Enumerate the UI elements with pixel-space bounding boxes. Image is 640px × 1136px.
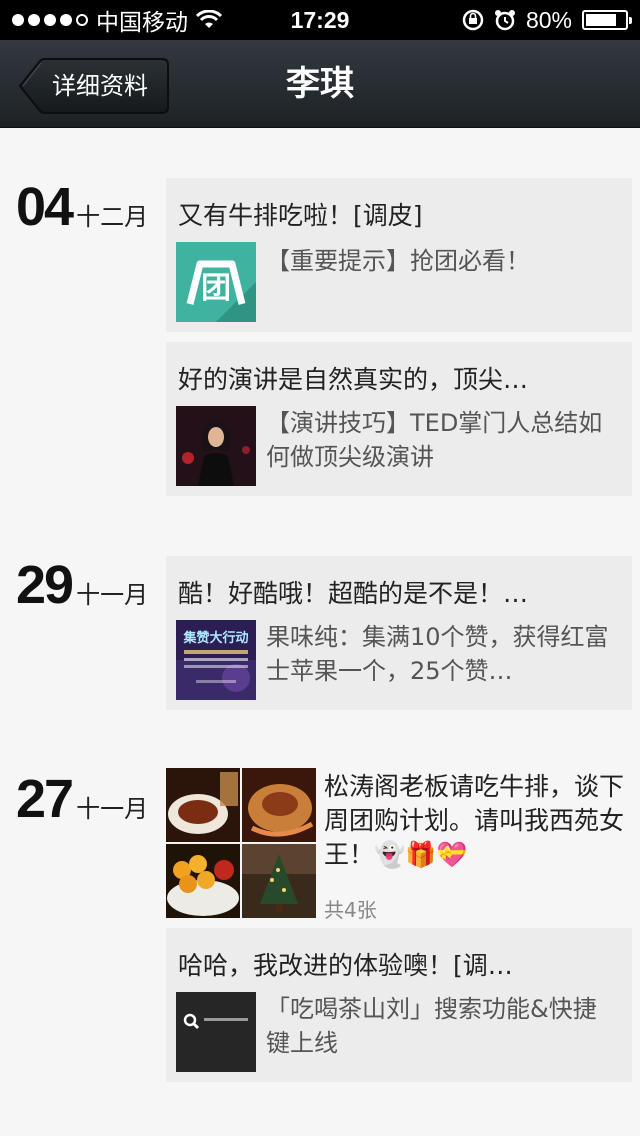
album-timeline: 04 十二月 又有牛排吃啦！[调皮] 团 【重要提示】抢团必看！ 好的演讲是自然… [0,128,640,1136]
date-label: 27 十一月 [16,768,148,830]
battery-percent: 80% [525,6,572,33]
photo-grid[interactable] [166,768,316,918]
date-label: 29 十一月 [16,554,148,616]
date-day: 27 [16,769,74,829]
date-month: 十一月 [76,795,149,823]
date-day: 29 [16,555,74,615]
rotation-lock-icon [462,9,484,31]
steak-photo[interactable] [166,768,240,842]
search-icon [176,992,256,1072]
photo-count: 共4张 [324,898,377,922]
status-bar: 中国移动 17:29 80% [0,0,640,40]
moment-post[interactable]: 又有牛排吃啦！[调皮] 团 【重要提示】抢团必看！ [166,178,632,332]
moment-post[interactable]: 好的演讲是自然真实的，顶尖… 【演讲技巧】TED掌门人总结如何做顶尖级演讲 [166,342,632,496]
date-month: 十一月 [76,581,149,609]
page-title: 李琪 [286,64,354,104]
fried-balls-photo[interactable] [166,844,240,918]
alarm-icon [494,10,515,31]
post-text: 好的演讲是自然真实的，顶尖… [178,365,529,394]
date-day: 04 [16,177,74,237]
post-text: 酷！好酷哦！超酷的是不是！… [178,579,529,608]
date-month: 十二月 [76,203,149,231]
nav-bar: 详细资料 李琪 [0,40,640,128]
status-right: 80% [462,0,632,40]
promo-poster-text: 集赞大行动 [182,630,248,646]
shared-article-title: 【重要提示】抢团必看！ [266,247,530,275]
christmas-tree-photo[interactable] [242,844,316,918]
moment-post[interactable]: 酷！好酷哦！超酷的是不是！… 集赞大行动 果味纯：集满10个赞，获得红富士苹果一… [166,556,632,710]
date-label: 04 十二月 [16,176,148,238]
shared-article-title: 果味纯：集满10个赞，获得红富士苹果一个，25个赞… [266,623,609,685]
moment-post[interactable]: 哈哈，我改进的体验噢！[调… 「吃喝茶山刘」搜索功能&快捷键上线 [166,928,632,1082]
promo-poster-thumbnail: 集赞大行动 [176,620,256,700]
shared-article-title: 「吃喝茶山刘」搜索功能&快捷键上线 [266,995,597,1057]
speaker-photo-thumbnail [176,406,256,486]
shared-article-title: 【演讲技巧】TED掌门人总结如何做顶尖级演讲 [266,409,603,471]
tuan-logo-text: 团 [201,271,231,306]
photo-post-text: 松涛阁老板请吃牛排，谈下周团购计划。请叫我西苑女王！👻🎁💝 [324,772,625,869]
battery-icon [582,10,632,30]
search-feature-thumbnail [176,992,256,1072]
post-text: 哈哈，我改进的体验噢！[调… [178,951,513,980]
post-text: 又有牛排吃啦！[调皮] [178,201,423,230]
pasta-photo[interactable] [242,768,316,842]
tuan-logo-thumbnail: 团 [176,242,256,322]
